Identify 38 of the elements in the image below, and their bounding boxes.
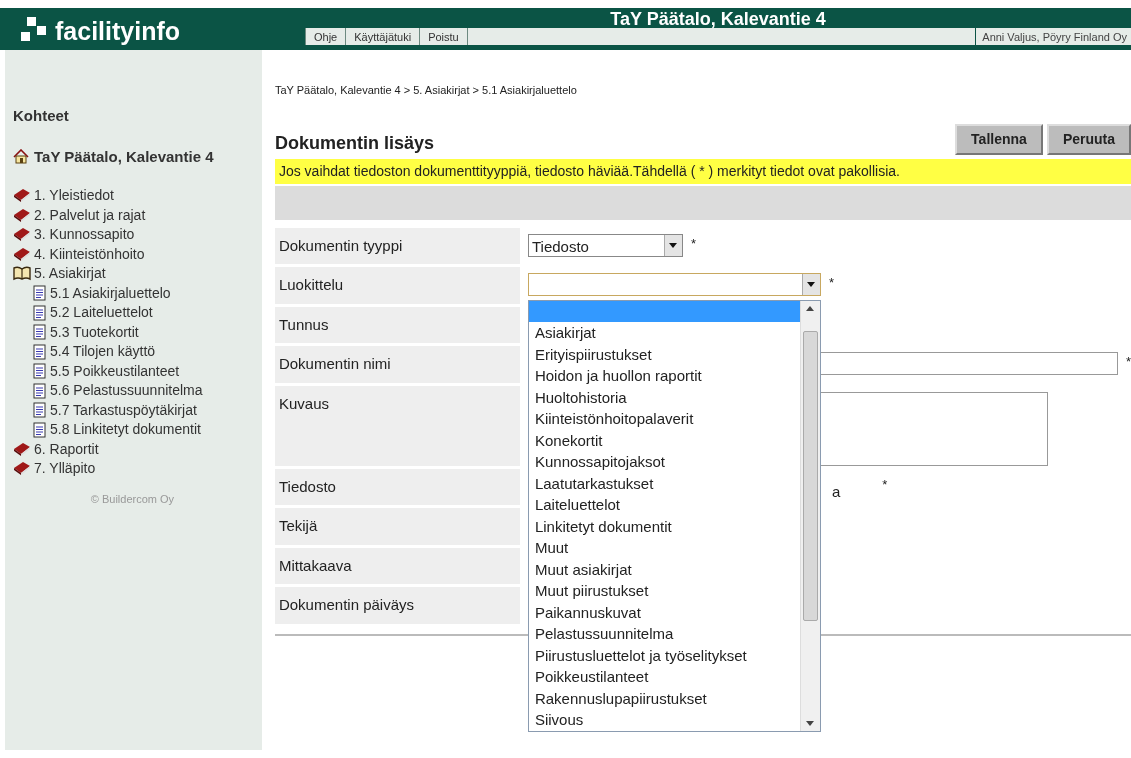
tree-item-label: 7. Ylläpito [34, 459, 96, 479]
tree-item-label: 5.4 Tilojen käyttö [50, 342, 156, 362]
tree-item-label: 5.8 Linkitetyt dokumentit [50, 420, 201, 440]
tree-item-label: 5.2 Laiteluettelot [50, 303, 153, 323]
tree-item-label: 2. Palvelut ja rajat [34, 205, 146, 225]
tree-item-label: 6. Raportit [34, 439, 99, 459]
tree-item-label: 3. Kunnossapito [34, 225, 135, 245]
tree-item-label: 5.6 Pelastussuunnitelma [50, 381, 203, 401]
tree-item-label: 5.7 Tarkastuspöytäkirjat [50, 400, 197, 420]
field-label: Tunnus [274, 306, 520, 343]
page-title: Dokumentin lisäys [274, 132, 434, 155]
site-name: TaY Päätalo, Kalevantie 4 [34, 146, 214, 167]
field-text: a [831, 481, 841, 502]
field-label: Dokumentin päiväys [274, 587, 520, 624]
field-label: Mittakaava [274, 547, 520, 584]
site-title: TaY Päätalo, Kalevantie 4 [609, 8, 827, 28]
breadcrumb: TaY Päätalo, Kalevantie 4 > 5. Asiakirjat > 5.1 Asiakirjaluettelo [274, 83, 578, 98]
field-label: Dokumentin tyyppi [274, 227, 520, 264]
tree-item-label: 5.5 Poikkeustilanteet [50, 361, 180, 381]
sidebar-heading: Kohteet [13, 106, 70, 126]
tree-item-label: 1. Yleistiedot [34, 186, 114, 206]
required-mark: * [690, 234, 696, 253]
required-mark: * [882, 475, 888, 494]
required-mark: * [828, 274, 834, 292]
field-label: Luokittelu [274, 267, 520, 304]
field-label: Kuvaus [274, 385, 520, 466]
required-mark: * [1125, 353, 1131, 371]
tree-item-label: 5. Asiakirjat [34, 264, 106, 284]
field-label: Dokumentin nimi [274, 346, 520, 383]
user-name: Anni Valjus, Pöyry Finland Oy [975, 28, 1131, 45]
field-label: Tekijä [274, 508, 520, 545]
notice-bar: Jos vaihdat tiedoston dokumenttityyppiä, tiedosto häviää.Tähdellä ( * ) merkityt tiedot ovat pakollisia. [274, 158, 1131, 184]
copyright-text: © Buildercom Oy [89, 491, 176, 507]
tree-item-label: 4. Kiinteistönhoito [34, 244, 145, 264]
tree-item-label: 5.3 Tuotekortit [50, 322, 139, 342]
logo-text: facilityinfo [55, 19, 180, 44]
field-label: Tiedosto [274, 468, 520, 505]
tree-item-label: 5.1 Asiakirjaluettelo [50, 283, 171, 303]
